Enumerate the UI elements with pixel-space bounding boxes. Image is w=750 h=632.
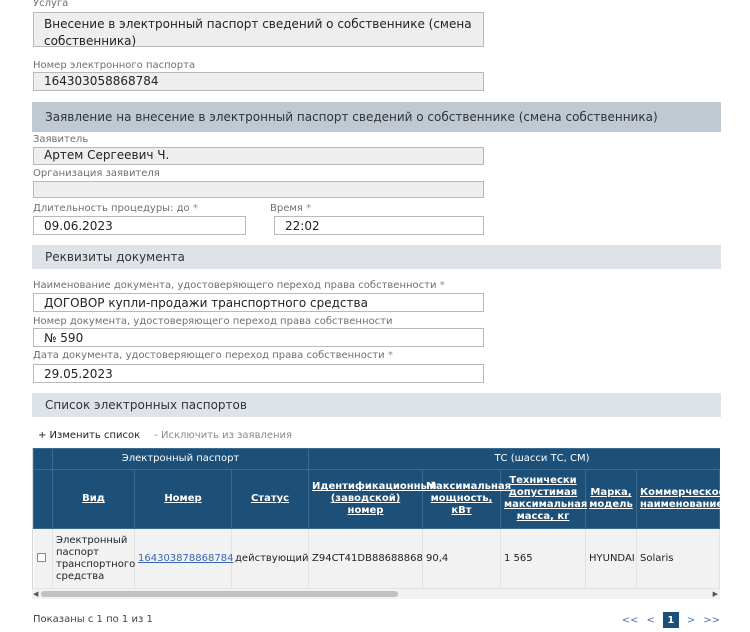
section-application-header: Заявление на внесение в электронный пасп… <box>32 102 721 132</box>
passports-table: Электронный паспорт ТС (шасси ТС, СМ) Ви… <box>32 448 720 590</box>
column-header-commercial[interactable]: Коммерческое наименование <box>636 469 720 529</box>
cell-power: 90,4 <box>422 528 501 589</box>
doc-date-label: Дата документа, удостоверяющего переход … <box>33 350 393 361</box>
header-spacer <box>33 448 53 470</box>
doc-date-input[interactable]: 29.05.2023 <box>33 364 484 383</box>
list-actions: + Изменить список - Исключить из заявлен… <box>38 430 292 441</box>
doc-name-input[interactable]: ДОГОВОР купли-продажи транспортного сред… <box>33 293 484 312</box>
row-select-cell <box>33 528 53 589</box>
service-label: Услуга <box>33 0 69 9</box>
cell-vin: Z94CT41DB88688868 <box>308 528 423 589</box>
duration-label: Длительность процедуры: до * <box>33 203 198 214</box>
column-header-kind[interactable]: Вид <box>52 469 135 529</box>
applicant-field: Артем Сергеевич Ч. <box>33 147 484 165</box>
section-document-header: Реквизиты документа <box>32 245 721 269</box>
column-header-vin[interactable]: Идентификационный (заводской) номер <box>308 469 437 529</box>
row-checkbox[interactable] <box>36 553 46 563</box>
time-label: Время * <box>270 203 312 214</box>
time-input[interactable]: 22:02 <box>274 216 484 235</box>
column-header-power[interactable]: Максимальная мощность, кВт <box>422 469 511 529</box>
table-row: Электронный паспорт транспортного средст… <box>33 528 720 589</box>
passport-number-field: 164303058868784 <box>33 72 484 91</box>
group-header-vehicle: ТС (шасси ТС, СМ) <box>308 448 720 470</box>
next-page-button[interactable]: > <box>687 615 695 626</box>
current-page-button[interactable]: 1 <box>662 612 679 628</box>
column-header-mass[interactable]: Технически допустимая максимальная масса… <box>500 469 587 529</box>
group-header-passport: Электронный паспорт <box>52 448 309 470</box>
column-header-status[interactable]: Статус <box>231 469 309 529</box>
pagination-info: Показаны с 1 по 1 из 1 <box>33 614 153 625</box>
applicant-label: Заявитель <box>33 134 89 145</box>
applicant-org-field <box>33 181 484 198</box>
pagination: << < 1 > >> <box>622 612 720 628</box>
prev-page-button[interactable]: < <box>646 615 654 626</box>
scroll-right-icon[interactable]: ▶ <box>713 589 718 599</box>
doc-name-label: Наименование документа, удостоверяющего … <box>33 280 445 291</box>
applicant-org-label: Организация заявителя <box>33 168 160 179</box>
cell-kind: Электронный паспорт транспортного средст… <box>52 528 135 589</box>
section-list-header: Список электронных паспортов <box>32 393 721 417</box>
first-page-button[interactable]: << <box>622 615 639 626</box>
column-header-number[interactable]: Номер <box>134 469 232 529</box>
column-header-brand[interactable]: Марка, модель <box>585 469 637 529</box>
cell-overflow <box>719 528 720 589</box>
cell-number-link[interactable]: 164303878868784 <box>134 528 233 589</box>
cell-mass: 1 565 <box>500 528 586 589</box>
cell-status: действующий <box>231 528 309 589</box>
change-list-button[interactable]: + Изменить список <box>38 430 140 441</box>
cell-commercial: Solaris <box>636 528 720 589</box>
cell-brand: HYUNDAI <box>585 528 637 589</box>
doc-number-label: Номер документа, удостоверяющего переход… <box>33 316 393 327</box>
service-field: Внесение в электронный паспорт сведений … <box>33 12 484 48</box>
scroll-left-icon[interactable]: ◀ <box>33 589 38 599</box>
doc-number-input[interactable]: № 590 <box>33 328 484 347</box>
duration-date-input[interactable]: 09.06.2023 <box>33 216 246 235</box>
scrollbar-thumb[interactable] <box>41 591 398 597</box>
select-column-header <box>33 469 53 529</box>
last-page-button[interactable]: >> <box>703 615 720 626</box>
table-horizontal-scrollbar[interactable]: ◀ ▶ <box>32 588 720 599</box>
exclude-button[interactable]: - Исключить из заявления <box>154 430 292 441</box>
passport-number-label: Номер электронного паспорта <box>33 60 196 71</box>
